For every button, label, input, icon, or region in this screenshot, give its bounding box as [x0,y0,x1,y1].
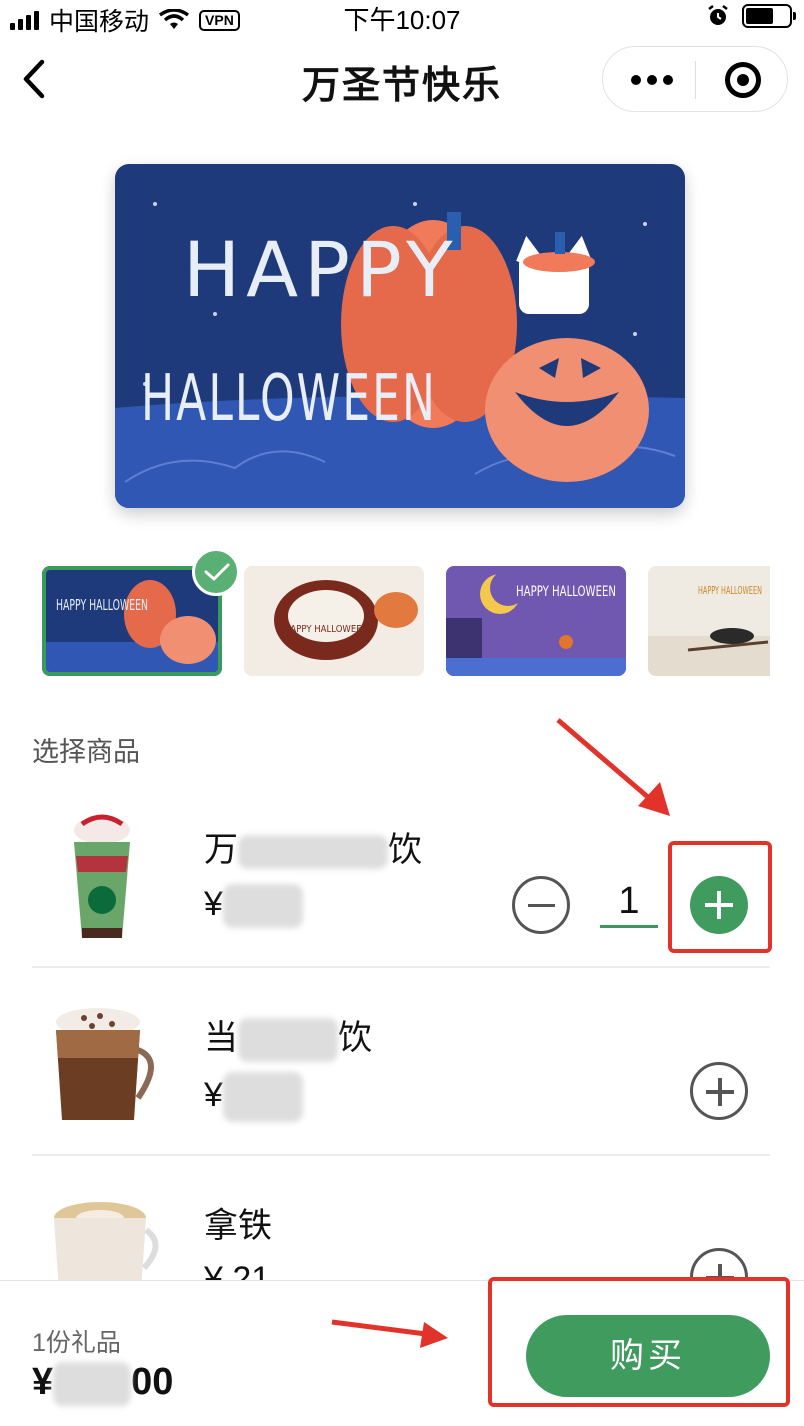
battery-icon [742,4,796,28]
product-row: 拿铁 ¥ 21 [32,1176,770,1280]
thumb-text: HAPPY HALLOWEEN [56,596,148,614]
annotation-box-plus [668,841,772,953]
thumb-halloween-witch[interactable]: HAPPY HALLOWEEN [648,566,770,676]
close-target-icon[interactable] [725,62,761,98]
total-price: ¥00 [32,1361,173,1406]
redacted-blur [53,1361,132,1406]
card-illustration: HAPPY HALLOWEEN [115,164,685,508]
product-row: 当饮 ¥ [32,988,770,1148]
redacted-blur [238,1018,338,1063]
nav-bar: 万圣节快乐 [0,40,804,116]
card-text-line2: HALLOWEEN [141,362,437,436]
product-name: 拿铁 [204,1207,272,1245]
card-text-line1: HAPPY [183,225,459,314]
redacted-blur [222,1072,303,1122]
section-label: 选择商品 [32,737,140,767]
total-prefix: ¥ [32,1361,54,1403]
selected-check-icon [192,548,240,596]
thumb-halloween-cake[interactable]: HAPPY HALLOWEEN [244,566,424,676]
quantity-value[interactable]: 1 [600,880,658,928]
product-row: 万饮 ¥ [32,800,770,960]
thumb-text: HAPPY HALLOWEEN [284,624,368,635]
annotation-arrow [331,1319,448,1348]
status-right [706,4,796,28]
add-product-button[interactable] [690,1062,748,1120]
miniapp-capsule [602,46,788,112]
product-name: 当饮 [204,1010,372,1063]
status-bar: 中国移动 VPN 下午10:07 [0,0,804,36]
capsule-divider [695,61,696,99]
redacted-blur [222,884,303,928]
decrease-quantity-button[interactable] [512,876,570,934]
product-name-suffix: 饮 [338,1019,372,1057]
gift-count-label: 1份礼品 [32,1329,121,1357]
gift-card-preview: HAPPY HALLOWEEN [115,164,685,508]
thumb-halloween-night[interactable]: HAPPY HALLOWEEN [446,566,626,676]
latte-image [54,1202,159,1280]
product-name-prefix: 万 [204,831,238,869]
thumb-text: HAPPY HALLOWEEN [698,584,762,597]
alarm-icon [708,5,728,25]
row-divider [32,966,770,968]
annotation-arrow [556,718,670,816]
redacted-blur [238,835,388,870]
product-price: ¥ 21 [204,1260,271,1280]
product-name-suffix: 饮 [388,831,422,869]
annotation-box-buy [488,1277,790,1407]
product-name: 万饮 [204,822,422,871]
mocha-image [56,1008,154,1120]
product-price-prefix: ¥ [204,1075,223,1114]
product-price: ¥ [204,884,303,928]
product-price: ¥ [204,1072,303,1122]
card-design-carousel: HAPPY HALLOWEEN HAPPY HALLOWEEN HAPPY HA… [42,566,770,678]
more-dots-icon[interactable] [631,75,673,85]
row-divider [32,1154,770,1156]
product-name-prefix: 当 [204,1019,238,1057]
product-price-prefix: ¥ [204,884,223,923]
total-suffix: 00 [131,1361,174,1403]
frappuccino-image [74,814,130,938]
thumb-text: HAPPY HALLOWEEN [516,584,616,600]
status-time: 下午10:07 [343,5,461,35]
